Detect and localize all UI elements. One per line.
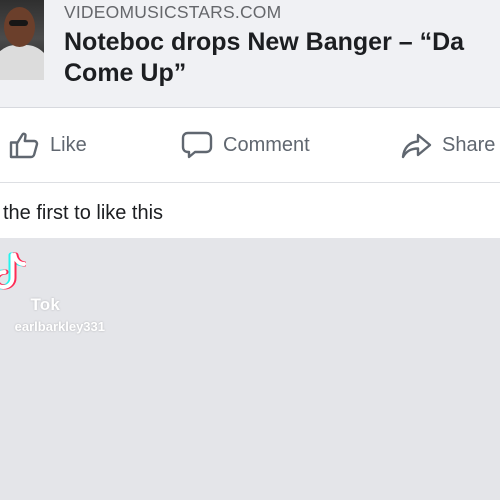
share-button[interactable]: Share xyxy=(399,128,495,162)
tiktok-wordmark: Tok xyxy=(30,295,60,314)
post-actions-bar: Like Comment Share xyxy=(0,108,500,183)
like-label: Like xyxy=(50,133,87,156)
like-button[interactable]: Like xyxy=(7,128,87,162)
link-title[interactable]: Noteboc drops New Banger – “Da Come Up” xyxy=(64,27,484,89)
share-arrow-icon xyxy=(399,128,433,162)
tiktok-watermark: Tok earlbarkley331 xyxy=(0,250,140,345)
thumbs-up-icon xyxy=(7,128,41,162)
shared-link-preview[interactable]: VIDEOMUSICSTARS.COM Noteboc drops New Ba… xyxy=(0,0,500,108)
likes-summary: the first to like this xyxy=(0,183,500,238)
link-source: VIDEOMUSICSTARS.COM xyxy=(64,2,282,22)
share-label: Share xyxy=(442,133,496,156)
tiktok-note-icon xyxy=(0,250,28,294)
speech-bubble-icon xyxy=(180,128,214,162)
comment-label: Comment xyxy=(223,133,310,156)
comment-button[interactable]: Comment xyxy=(180,128,310,162)
thumbnail-sunglasses xyxy=(9,20,28,26)
link-thumbnail[interactable] xyxy=(0,0,44,80)
thumbnail-shirt xyxy=(0,45,44,80)
thumbnail-person xyxy=(4,7,35,47)
tiktok-handle: earlbarkley331 xyxy=(14,319,105,334)
likes-summary-text: the first to like this xyxy=(3,202,164,224)
